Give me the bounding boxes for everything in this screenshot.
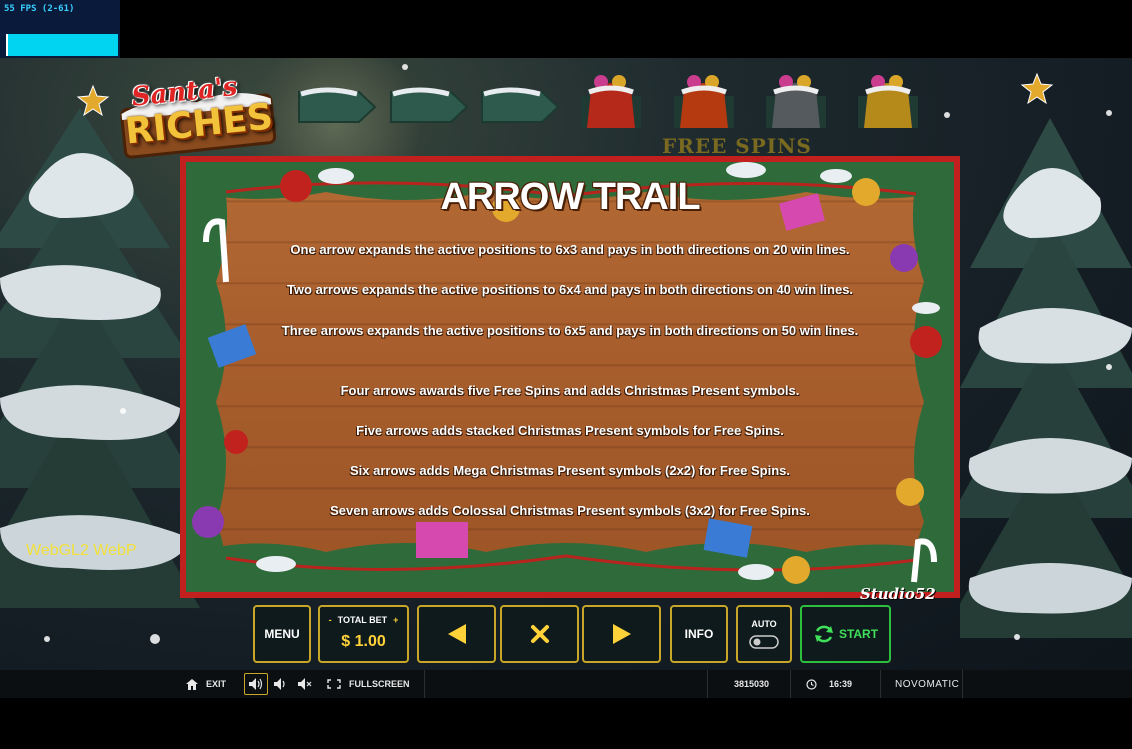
present-sack-icon bbox=[581, 75, 641, 128]
auto-label: AUTO bbox=[751, 619, 777, 629]
exit-button[interactable]: EXIT bbox=[186, 670, 226, 698]
snowflake bbox=[1106, 110, 1112, 116]
triangle-right-icon bbox=[612, 624, 631, 644]
sound-full-button[interactable] bbox=[244, 673, 268, 695]
fps-counter: 55 FPS (2-61) bbox=[0, 0, 120, 58]
present-sack-icon bbox=[858, 75, 918, 128]
start-button[interactable]: START bbox=[800, 605, 891, 663]
clock-icon bbox=[806, 678, 817, 690]
renderer-label: WebGL2 WebP bbox=[26, 542, 137, 559]
fullscreen-icon bbox=[327, 679, 341, 689]
star-icon bbox=[76, 84, 110, 117]
speaker-low-icon bbox=[274, 678, 285, 690]
sound-mute-button[interactable] bbox=[298, 670, 312, 698]
fps-label: 55 FPS (2-61) bbox=[4, 4, 75, 14]
total-bet-display: - TOTAL BET + $ 1.00 bbox=[318, 605, 409, 663]
snowflake bbox=[944, 112, 950, 118]
session-id: 3815030 bbox=[734, 679, 770, 689]
separator bbox=[880, 670, 881, 698]
info-panel-wood: ARROW TRAIL One arrow expands the active… bbox=[186, 162, 954, 592]
trail-arrow-3 bbox=[481, 87, 560, 123]
sound-low-button[interactable] bbox=[274, 670, 286, 698]
close-icon bbox=[530, 625, 549, 643]
rule-text: One arrow expands the active positions t… bbox=[290, 242, 850, 257]
rule-text: Five arrows adds stacked Christmas Prese… bbox=[356, 423, 784, 438]
autoplay-toggle[interactable]: AUTO bbox=[736, 605, 792, 663]
star-icon bbox=[1020, 72, 1054, 105]
rule-text: Seven arrows adds Colossal Christmas Pre… bbox=[330, 503, 810, 518]
clock: 16:39 bbox=[806, 670, 852, 698]
info-button[interactable]: INFO bbox=[670, 605, 728, 663]
home-icon bbox=[186, 678, 198, 690]
menu-label: MENU bbox=[264, 627, 300, 641]
rule-text: Three arrows expands the active position… bbox=[281, 323, 859, 338]
snowflake bbox=[1106, 364, 1112, 370]
brand-label: NOVOMATIC bbox=[895, 678, 960, 690]
separator bbox=[790, 670, 791, 698]
speaker-mute-icon bbox=[298, 678, 312, 690]
present-sack-icon bbox=[766, 75, 826, 128]
bottom-bar: EXIT FULLSCREEN 3815030 16:39 NOVOMATIC bbox=[0, 670, 1132, 698]
panel-title: ARROW TRAIL bbox=[440, 176, 700, 218]
clock-time: 16:39 bbox=[829, 679, 853, 689]
present-sack-icon bbox=[674, 75, 734, 128]
total-bet-value: $ 1.00 bbox=[341, 633, 386, 650]
close-paytable-button[interactable] bbox=[500, 605, 579, 663]
rule-text: Four arrows awards five Free Spins and a… bbox=[340, 383, 800, 398]
studio-logo: Studio52 bbox=[860, 585, 936, 603]
christmas-garland-icon bbox=[186, 162, 954, 592]
info-panel: ARROW TRAIL One arrow expands the active… bbox=[180, 156, 960, 598]
speaker-wave-icon bbox=[249, 678, 263, 690]
menu-button[interactable]: MENU bbox=[253, 605, 311, 663]
snowflake bbox=[150, 634, 160, 644]
info-label: INFO bbox=[684, 627, 714, 641]
spin-arrows-icon bbox=[814, 625, 833, 643]
exit-label: EXIT bbox=[206, 679, 227, 689]
snowflake bbox=[44, 636, 50, 642]
previous-page-button[interactable] bbox=[417, 605, 496, 663]
bet-increase-button[interactable]: + bbox=[393, 615, 398, 625]
total-bet-label: TOTAL BET bbox=[337, 615, 388, 625]
letterbox-bottom bbox=[0, 698, 1132, 749]
rule-text: Six arrows adds Mega Christmas Present s… bbox=[350, 463, 790, 478]
separator bbox=[707, 670, 708, 698]
snowflake bbox=[120, 408, 126, 414]
trail-arrow-1 bbox=[298, 87, 377, 123]
separator bbox=[424, 670, 425, 698]
fullscreen-button[interactable]: FULLSCREEN bbox=[327, 670, 410, 698]
trail-arrow-2 bbox=[390, 87, 469, 123]
next-page-button[interactable] bbox=[582, 605, 661, 663]
game-logo: Santa's RICHES bbox=[114, 64, 282, 166]
start-label: START bbox=[838, 627, 879, 641]
free-spins-label: FREE SPINS bbox=[662, 134, 812, 158]
total-bet-header: - TOTAL BET + bbox=[320, 615, 407, 625]
snowflake bbox=[402, 64, 408, 70]
snowy-tree-right bbox=[960, 118, 1132, 638]
rule-text: Two arrows expands the active positions … bbox=[286, 282, 854, 297]
fps-bar bbox=[6, 34, 118, 56]
separator bbox=[962, 670, 963, 698]
toggle-switch-icon bbox=[749, 635, 779, 649]
snowflake bbox=[1014, 634, 1020, 640]
bet-decrease-button[interactable]: - bbox=[329, 615, 332, 625]
triangle-left-icon bbox=[447, 624, 466, 644]
fullscreen-label: FULLSCREEN bbox=[349, 679, 410, 689]
